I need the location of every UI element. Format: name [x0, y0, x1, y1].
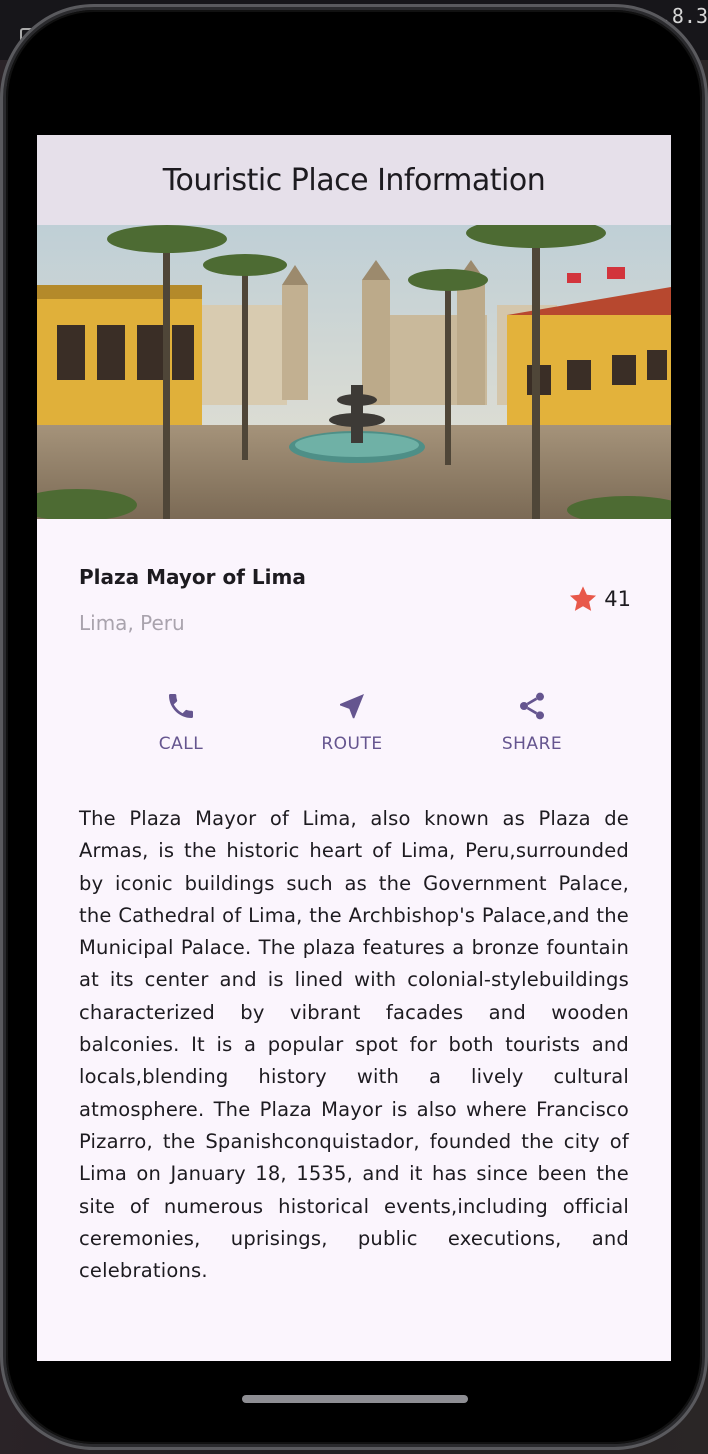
call-button[interactable]: CALL — [121, 690, 241, 754]
place-location: Lima, Peru — [79, 611, 185, 635]
phone-frame: Touristic Place Information Plaza Mayor … — [6, 10, 702, 1444]
desktop-corner-text: .8.3 — [659, 4, 708, 28]
star-icon — [570, 586, 597, 611]
call-label: CALL — [158, 734, 204, 754]
action-row: CALL ROUTE SHARE — [37, 690, 671, 770]
app-bar: Touristic Place Information — [37, 135, 671, 225]
app-screen: Touristic Place Information Plaza Mayor … — [37, 135, 671, 1361]
place-description: The Plaza Mayor of Lima, also known as P… — [79, 807, 629, 1283]
home-indicator[interactable] — [242, 1395, 468, 1403]
route-label: ROUTE — [321, 734, 383, 754]
navigation-arrow-icon — [340, 694, 364, 719]
place-name: Plaza Mayor of Lima — [79, 565, 306, 589]
share-button[interactable]: SHARE — [472, 690, 592, 754]
phone-icon — [169, 694, 193, 718]
share-icon — [520, 692, 544, 720]
app-bar-title: Touristic Place Information — [162, 162, 546, 198]
place-hero-image — [37, 225, 671, 519]
rating: 41 — [566, 583, 631, 615]
share-label: SHARE — [501, 734, 563, 754]
rating-count: 41 — [604, 587, 631, 611]
route-button[interactable]: ROUTE — [292, 690, 412, 754]
